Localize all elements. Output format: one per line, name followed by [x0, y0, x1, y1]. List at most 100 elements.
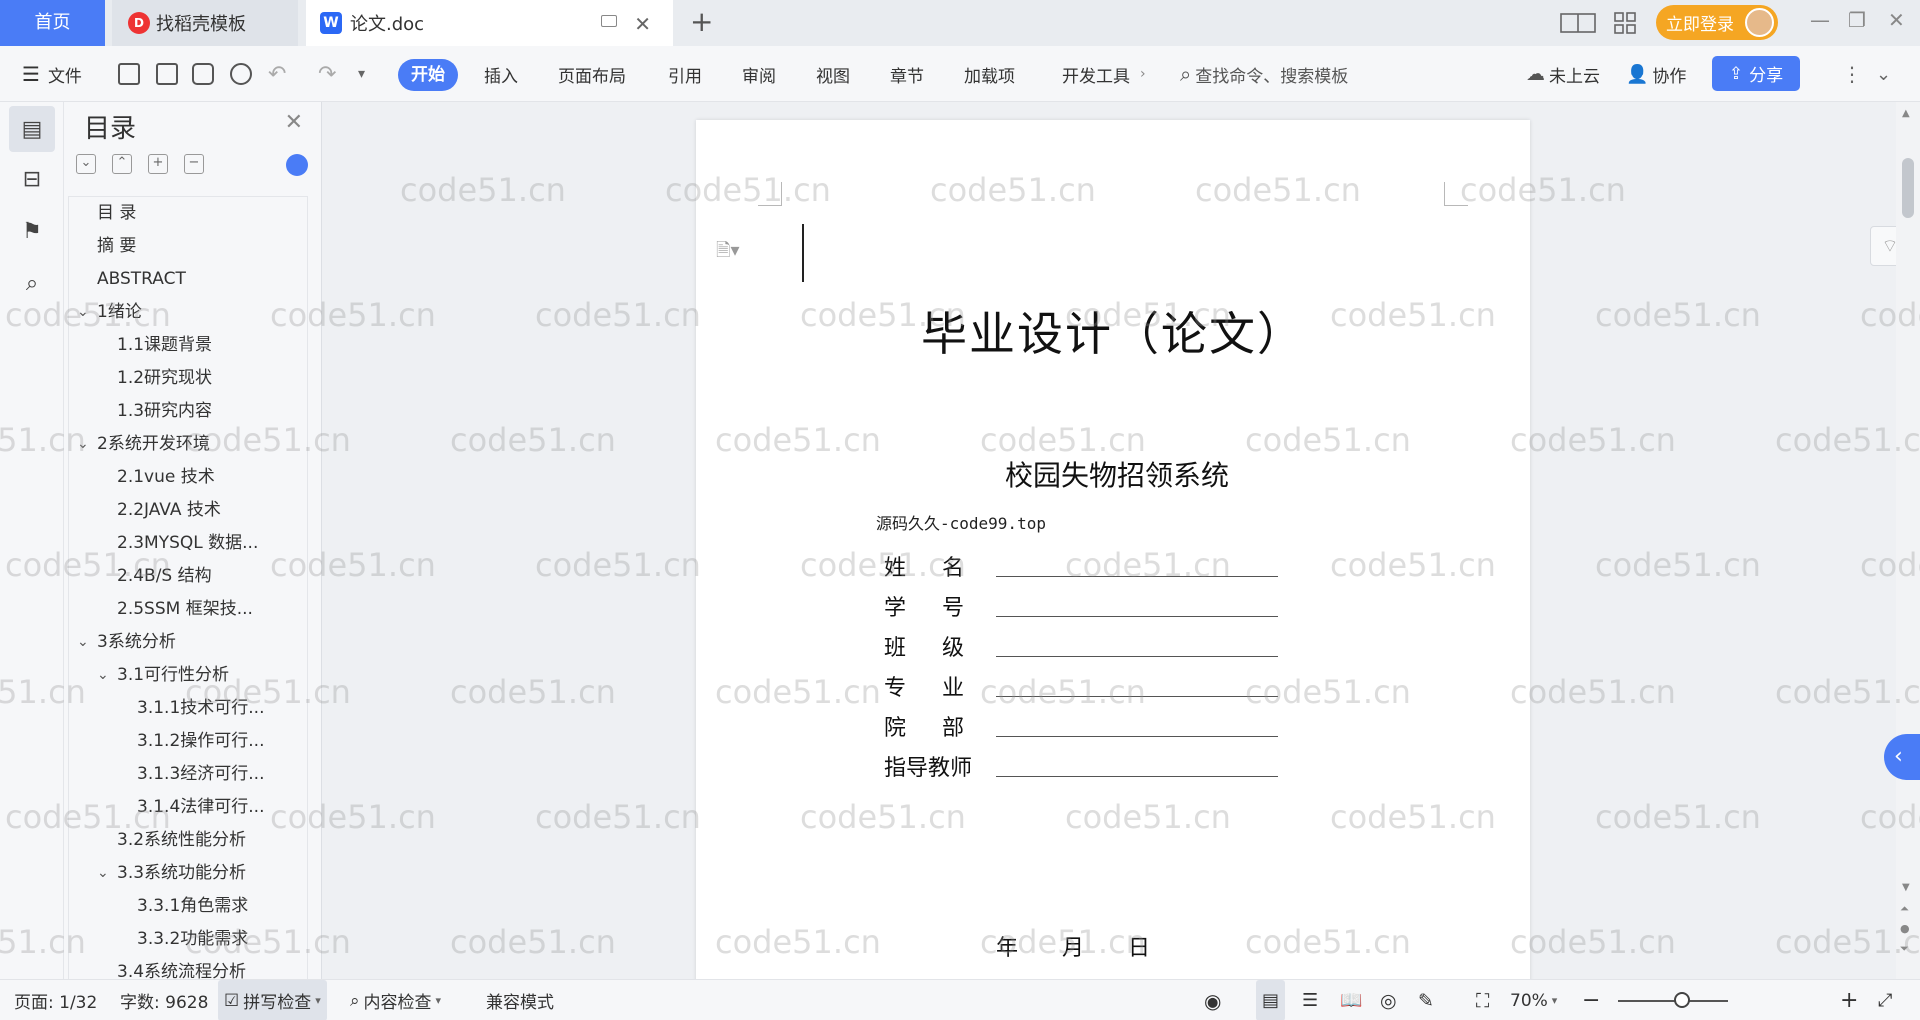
apps-grid-icon[interactable]: [1614, 0, 1636, 46]
toc-item[interactable]: ⌄ 3系统分析: [69, 626, 307, 659]
print-preview-icon[interactable]: [230, 46, 252, 102]
menu-start[interactable]: 开始: [398, 59, 458, 91]
toc-item[interactable]: ABSTRACT: [69, 263, 307, 296]
menu-page-layout[interactable]: 页面布局: [558, 46, 626, 102]
toc-item[interactable]: 2.1vue 技术: [69, 461, 307, 494]
remove-heading-icon[interactable]: −: [184, 154, 204, 174]
paste-options-icon[interactable]: 🗎▾: [716, 238, 740, 268]
menu-view[interactable]: 视图: [816, 46, 850, 102]
minimize-icon[interactable]: —: [1810, 8, 1830, 32]
document-page[interactable]: 🗎▾ 毕业设计（论文） 校园失物招领系统 源码久久-code99.top 姓名学…: [696, 120, 1530, 979]
more-options-icon[interactable]: ⋮: [1842, 46, 1862, 102]
reading-view-icon[interactable]: 📖: [1340, 980, 1362, 1020]
spell-check-button[interactable]: ☑ 拼写检查 ▾: [218, 980, 327, 1020]
info-field-line[interactable]: [996, 736, 1278, 737]
toc-item[interactable]: 3.2系统性能分析: [69, 824, 307, 857]
web-view-icon[interactable]: ◎: [1380, 980, 1397, 1020]
toc-item[interactable]: 3.1.1技术可行...: [69, 692, 307, 725]
save-icon[interactable]: [118, 46, 140, 102]
collapse-all-icon[interactable]: ⌃: [112, 154, 132, 174]
menu-addins[interactable]: 加载项: [964, 46, 1015, 102]
collapse-ribbon-icon[interactable]: ⌄: [1876, 46, 1891, 102]
zoom-out-icon[interactable]: −: [1582, 980, 1600, 1020]
page-select-icon[interactable]: ●: [1900, 922, 1910, 935]
menu-references[interactable]: 引用: [668, 46, 702, 102]
menu-review[interactable]: 审阅: [742, 46, 776, 102]
info-field-line[interactable]: [996, 776, 1278, 777]
find-icon[interactable]: ⌕: [9, 260, 55, 306]
zoom-in-icon[interactable]: +: [1840, 980, 1858, 1020]
layout-toggle-icon[interactable]: [1560, 0, 1596, 46]
toc-item[interactable]: 3.3.2功能需求: [69, 923, 307, 956]
scroll-down-icon[interactable]: ▼: [1902, 882, 1910, 893]
chevron-down-icon[interactable]: ⌄: [77, 296, 89, 329]
page-count[interactable]: 页面: 1/32: [14, 980, 97, 1020]
close-window-icon[interactable]: ✕: [1888, 8, 1905, 32]
toc-item[interactable]: 3.1.3经济可行...: [69, 758, 307, 791]
scrollbar-thumb[interactable]: [1902, 158, 1914, 218]
fullscreen-icon[interactable]: ⤢: [1878, 980, 1892, 1020]
bookmark-icon[interactable]: ⚑: [9, 208, 55, 254]
toc-item[interactable]: ⌄ 3.1可行性分析: [69, 659, 307, 692]
print-icon[interactable]: [192, 46, 214, 102]
more-menus-icon[interactable]: ›: [1140, 46, 1146, 102]
tab-home[interactable]: 首页: [0, 0, 105, 46]
close-tab-icon[interactable]: ✕: [634, 12, 651, 36]
fit-page-icon[interactable]: ⛶: [1476, 980, 1489, 1020]
toc-item[interactable]: 3.1.2操作可行...: [69, 725, 307, 758]
toc-item[interactable]: 1.3研究内容: [69, 395, 307, 428]
file-menu[interactable]: ☰ 文件: [22, 46, 82, 102]
close-toc-icon[interactable]: ✕: [285, 110, 303, 135]
navigation-pane-icon[interactable]: ⊟: [9, 156, 55, 202]
chevron-down-icon[interactable]: ⌄: [77, 428, 89, 461]
toc-item[interactable]: ⌄ 1绪论: [69, 296, 307, 329]
page-view-icon[interactable]: ▤: [1256, 980, 1286, 1020]
toc-item[interactable]: ⌄ 3.3系统功能分析: [69, 857, 307, 890]
toc-panel-icon[interactable]: ▤: [9, 106, 55, 152]
maximize-icon[interactable]: ❐: [1848, 8, 1866, 32]
toc-item[interactable]: 1.1课题背景: [69, 329, 307, 362]
prev-page-icon[interactable]: ⏶: [1900, 902, 1909, 916]
zoom-level[interactable]: 70% ▾: [1510, 980, 1557, 1020]
toc-item[interactable]: ⌄ 2系统开发环境: [69, 428, 307, 461]
chevron-down-icon[interactable]: ⌄: [97, 659, 109, 692]
undo-icon[interactable]: ↶: [268, 46, 286, 102]
menu-insert[interactable]: 插入: [484, 46, 518, 102]
info-field-line[interactable]: [996, 616, 1278, 617]
collab-button[interactable]: 👤 协作: [1626, 46, 1686, 102]
next-page-icon[interactable]: ⏷: [1900, 942, 1909, 956]
toc-item[interactable]: 2.4B/S 结构: [69, 560, 307, 593]
toc-item[interactable]: 3.3.1角色需求: [69, 890, 307, 923]
toc-item[interactable]: 3.1.4法律可行...: [69, 791, 307, 824]
word-count[interactable]: 字数: 9628: [120, 980, 208, 1020]
toc-item[interactable]: 2.2JAVA 技术: [69, 494, 307, 527]
eye-protection-icon[interactable]: ◉: [1204, 980, 1221, 1020]
window-mode-icon[interactable]: [601, 15, 617, 27]
edit-view-icon[interactable]: ✎: [1418, 980, 1434, 1020]
toc-item[interactable]: 2.3MYSQL 数据...: [69, 527, 307, 560]
menu-chapter[interactable]: 章节: [890, 46, 924, 102]
expand-all-icon[interactable]: ⌄: [76, 154, 96, 174]
toc-item[interactable]: 摘 要: [69, 230, 307, 263]
chevron-down-icon[interactable]: ⌄: [97, 857, 109, 890]
export-icon[interactable]: [156, 46, 178, 102]
login-button[interactable]: 立即登录: [1656, 5, 1778, 40]
share-button[interactable]: ⇪ 分享: [1712, 56, 1800, 91]
toc-item[interactable]: 1.2研究现状: [69, 362, 307, 395]
outline-view-icon[interactable]: ☰: [1302, 980, 1318, 1020]
toc-item[interactable]: 2.5SSM 框架技...: [69, 593, 307, 626]
tab-template[interactable]: D 找稻壳模板: [112, 0, 298, 46]
new-tab-button[interactable]: +: [690, 0, 713, 46]
smart-toc-icon[interactable]: [286, 154, 308, 176]
add-heading-icon[interactable]: +: [148, 154, 168, 174]
scroll-up-icon[interactable]: ▲: [1902, 108, 1910, 119]
info-field-line[interactable]: [996, 656, 1278, 657]
content-check-button[interactable]: ⌕ 内容检查 ▾: [350, 980, 441, 1020]
info-field-line[interactable]: [996, 696, 1278, 697]
zoom-slider[interactable]: [1618, 1000, 1728, 1002]
command-search[interactable]: ⌕ 查找命令、搜索模板: [1180, 46, 1348, 102]
quick-access-dropdown-icon[interactable]: ▾: [358, 46, 365, 102]
vertical-scrollbar[interactable]: ▲ ▼ ⏶ ● ⏷: [1896, 102, 1920, 979]
menu-developer[interactable]: 开发工具: [1062, 46, 1130, 102]
tab-document[interactable]: W 论文.doc ✕: [306, 0, 673, 46]
